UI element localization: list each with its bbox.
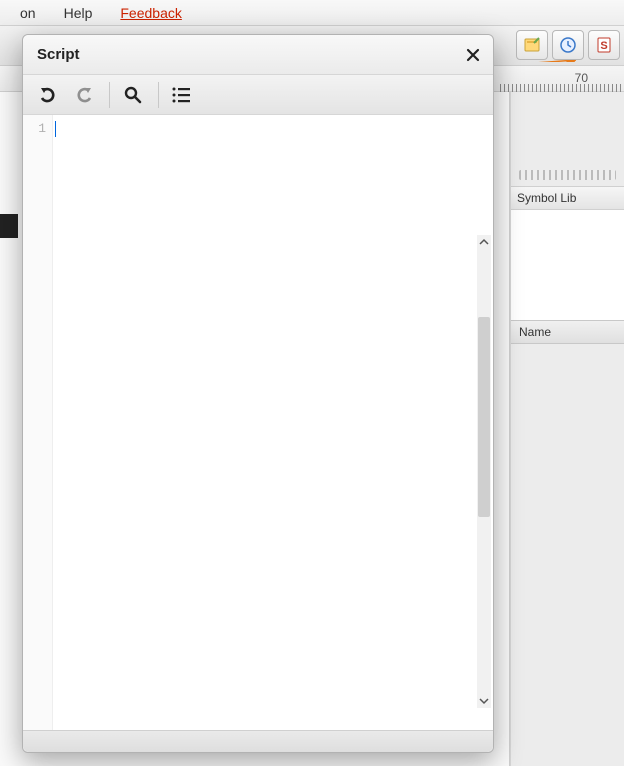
chevron-up-icon: [479, 237, 489, 247]
form-icon: [523, 36, 541, 54]
dialog-title: Script: [37, 46, 463, 63]
dialog-titlebar[interactable]: Script: [23, 35, 493, 75]
menubar: on Help Feedback: [0, 0, 624, 26]
menu-item-partial[interactable]: on: [6, 1, 50, 25]
panel-grip[interactable]: [519, 170, 616, 180]
toolbar-separator: [109, 82, 110, 108]
find-button[interactable]: [116, 79, 150, 111]
list-menu-button[interactable]: [165, 79, 199, 111]
close-button[interactable]: [463, 45, 483, 65]
scroll-up-arrow[interactable]: [477, 235, 491, 249]
toolbar-clock-button[interactable]: [552, 30, 584, 60]
ruler-ticks: [500, 84, 624, 92]
line-gutter: 1: [23, 115, 53, 730]
editor-scrollbar[interactable]: [477, 235, 491, 708]
code-input[interactable]: [53, 115, 493, 730]
clock-icon: [559, 36, 577, 54]
undo-button[interactable]: [31, 79, 65, 111]
left-fragment: [0, 214, 18, 238]
toolbar-separator: [158, 82, 159, 108]
undo-icon: [37, 84, 59, 106]
list-menu-icon: [171, 85, 193, 105]
panel-content-area[interactable]: [511, 210, 624, 320]
script-s-icon: S: [595, 36, 613, 54]
panel-header-symbol-library[interactable]: Symbol Lib: [511, 186, 624, 210]
dialog-toolbar: [23, 75, 493, 115]
right-panel: Symbol Lib Name: [510, 92, 624, 766]
menu-item-help[interactable]: Help: [50, 1, 107, 25]
scroll-down-arrow[interactable]: [477, 694, 491, 708]
search-icon: [123, 85, 143, 105]
editor-area: 1: [23, 115, 493, 730]
scroll-track[interactable]: [477, 249, 491, 694]
script-dialog: Script: [22, 34, 494, 753]
dialog-footer: [23, 730, 493, 752]
scroll-thumb[interactable]: [478, 317, 490, 517]
svg-text:S: S: [600, 40, 607, 52]
editor-caret: [55, 121, 56, 137]
redo-icon: [73, 84, 95, 106]
close-icon: [466, 48, 480, 62]
redo-button[interactable]: [67, 79, 101, 111]
chevron-down-icon: [479, 696, 489, 706]
panel-column-name[interactable]: Name: [511, 320, 624, 344]
menu-item-feedback[interactable]: Feedback: [106, 1, 195, 25]
toolbar-form-button[interactable]: [516, 30, 548, 60]
ruler-tick-70: 70: [575, 71, 588, 85]
line-number-1: 1: [23, 121, 46, 136]
toolbar-script-button[interactable]: S: [588, 30, 620, 60]
